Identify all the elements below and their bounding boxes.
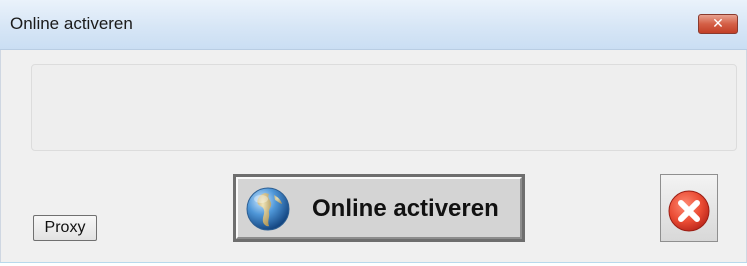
close-icon: ✕ xyxy=(712,16,724,32)
proxy-button[interactable]: Proxy xyxy=(33,215,97,241)
window-title: Online activeren xyxy=(10,14,133,33)
window-close-button[interactable]: ✕ xyxy=(698,14,738,34)
message-panel xyxy=(31,64,737,151)
activate-online-button-face: Online activeren xyxy=(236,177,522,239)
title-bar: Online activeren ✕ xyxy=(0,0,747,50)
activate-online-label: Online activeren xyxy=(312,195,499,222)
window-bottom-edge xyxy=(0,262,747,266)
proxy-button-label: Proxy xyxy=(44,219,86,236)
error-x-icon xyxy=(668,190,710,232)
cancel-button[interactable] xyxy=(660,174,718,242)
activate-online-button[interactable]: Online activeren xyxy=(233,174,525,242)
activation-dialog: Online activeren ✕ Proxy Online activere… xyxy=(0,0,747,266)
globe-icon xyxy=(246,187,290,231)
